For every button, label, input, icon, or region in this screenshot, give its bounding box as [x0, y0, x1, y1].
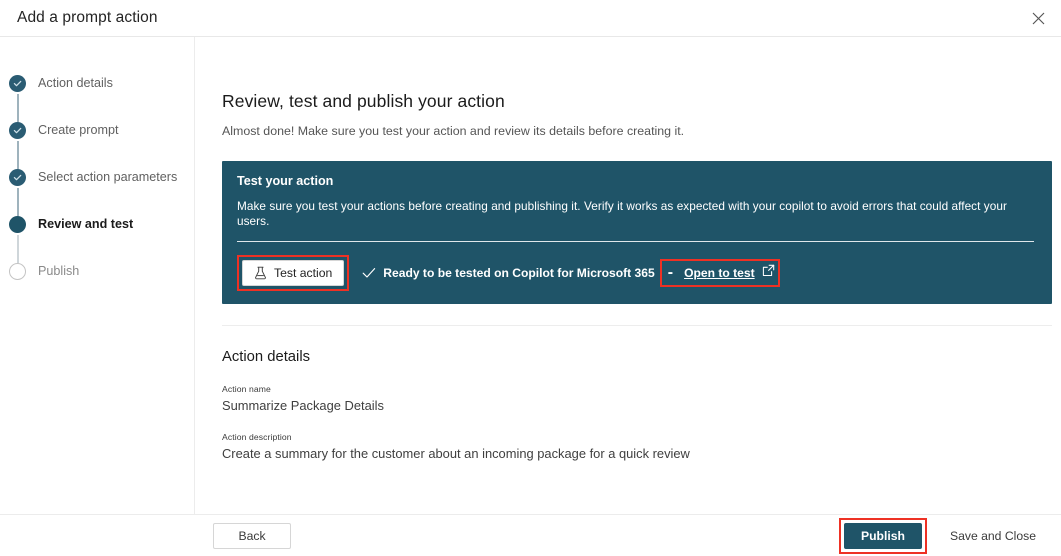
sidebar-item-label: Publish [38, 263, 79, 280]
step-pending-icon [9, 263, 26, 280]
step-connector [17, 235, 19, 263]
content-heading: Review, test and publish your action [222, 91, 1052, 112]
sidebar-item-label: Create prompt [38, 122, 119, 139]
test-action-highlight-box: Test action [237, 255, 349, 291]
step-complete-icon [9, 75, 26, 92]
content-subtitle: Almost done! Make sure you test your act… [222, 124, 1052, 138]
test-status-text: Ready to be tested on Copilot for Micros… [383, 266, 654, 280]
field-action-description: Action description Create a summary for … [222, 432, 1052, 461]
close-icon [1032, 12, 1045, 25]
test-action-button[interactable]: Test action [242, 260, 344, 286]
sidebar-item-publish[interactable]: Publish [0, 263, 194, 310]
close-button[interactable] [1015, 0, 1061, 36]
dialog-body: Action details Create prompt Select acti… [0, 37, 1061, 514]
sidebar-item-label: Select action parameters [38, 169, 177, 186]
field-label: Action description [222, 432, 1052, 442]
open-to-test-group[interactable]: - Open to test [665, 264, 775, 282]
sidebar-item-select-action-parameters[interactable]: Select action parameters [0, 169, 194, 216]
step-connector [17, 141, 19, 169]
publish-button[interactable]: Publish [844, 523, 922, 549]
page-title: Add a prompt action [17, 9, 158, 27]
open-to-test-highlight-box: - Open to test [660, 259, 780, 287]
footer-primary-actions: Publish Save and Close [839, 518, 1053, 554]
main-content: Review, test and publish your action Alm… [195, 37, 1061, 514]
step-connector [17, 94, 19, 122]
beaker-icon [254, 266, 267, 280]
field-action-name: Action name Summarize Package Details [222, 384, 1052, 413]
field-value: Summarize Package Details [222, 398, 1052, 413]
banner-divider [237, 241, 1034, 242]
step-complete-icon [9, 122, 26, 139]
action-details-heading: Action details [222, 349, 1052, 365]
save-and-close-button[interactable]: Save and Close [933, 523, 1053, 549]
test-your-action-banner: Test your action Make sure you test your… [222, 161, 1052, 304]
publish-highlight-box: Publish [839, 518, 927, 554]
open-to-test-link[interactable]: Open to test [684, 266, 755, 280]
sidebar-item-label: Action details [38, 75, 113, 92]
banner-title: Test your action [237, 174, 1034, 188]
dialog-footer: Back Publish Save and Close [0, 514, 1061, 556]
status-dash: - [668, 264, 673, 282]
dialog-header: Add a prompt action [0, 0, 1061, 37]
test-status-row: Ready to be tested on Copilot for Micros… [362, 266, 654, 280]
test-action-button-label: Test action [274, 266, 332, 280]
sidebar-item-action-details[interactable]: Action details [0, 75, 194, 122]
checkmark-icon [362, 267, 376, 279]
wizard-sidebar: Action details Create prompt Select acti… [0, 37, 195, 514]
open-in-new-window-icon[interactable] [762, 264, 775, 282]
sidebar-item-review-and-test[interactable]: Review and test [0, 216, 194, 263]
field-label: Action name [222, 384, 1052, 394]
step-complete-icon [9, 169, 26, 186]
step-current-icon [9, 216, 26, 233]
back-button[interactable]: Back [213, 523, 291, 549]
field-value: Create a summary for the customer about … [222, 446, 1052, 461]
banner-description: Make sure you test your actions before c… [237, 199, 1034, 229]
step-connector [17, 188, 19, 216]
sidebar-item-create-prompt[interactable]: Create prompt [0, 122, 194, 169]
banner-actions-row: Test action Ready to be tested on Copilo… [237, 255, 1034, 291]
sidebar-item-label: Review and test [38, 216, 133, 233]
section-divider [222, 325, 1052, 326]
